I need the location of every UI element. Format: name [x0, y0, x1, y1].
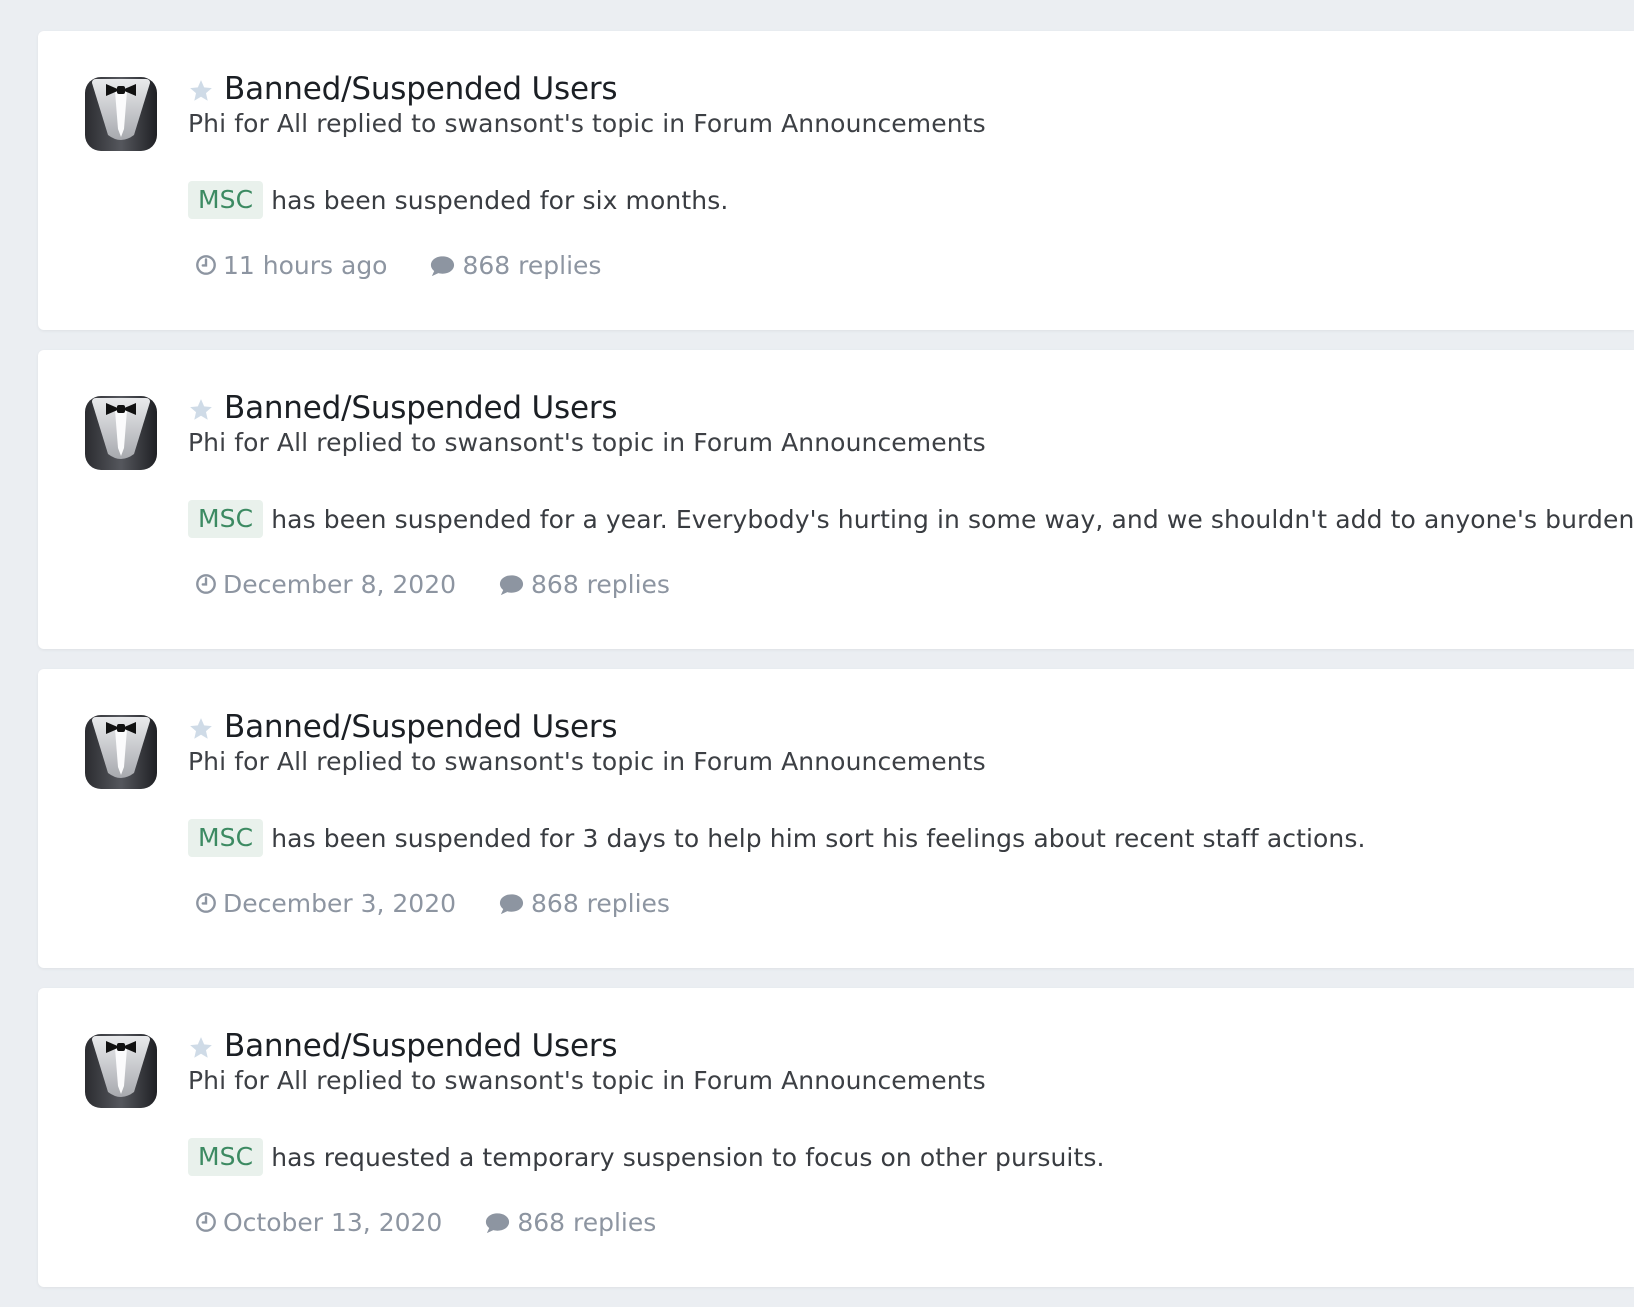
- timestamp-link[interactable]: December 8, 2020: [195, 570, 456, 599]
- topic-title-link[interactable]: Banned/Suspended Users: [224, 1028, 618, 1064]
- speech-bubble-icon: [431, 256, 455, 277]
- activity-meta: December 8, 2020 868 replies: [195, 564, 670, 604]
- timestamp-text: December 8, 2020: [223, 569, 457, 599]
- post-snippet: MSC has been suspended for 3 days to hel…: [188, 817, 1366, 859]
- activity-summary: Phi for All replied to swansont's topic …: [188, 747, 986, 776]
- topic-title-link[interactable]: Banned/Suspended Users: [224, 71, 618, 107]
- timestamp-text: 11 hours ago: [223, 250, 388, 280]
- user-tag[interactable]: MSC: [188, 819, 264, 857]
- star-icon: [190, 718, 212, 739]
- replies-link[interactable]: 868 replies: [484, 1208, 656, 1237]
- activity-item: Banned/Suspended Users Phi for All repli…: [38, 350, 1634, 649]
- activity-meta: 11 hours ago 868 replies: [195, 245, 601, 285]
- activity-title-row: Banned/Suspended Users: [188, 707, 618, 747]
- activity-title-row: Banned/Suspended Users: [188, 69, 618, 109]
- user-tag[interactable]: MSC: [188, 181, 264, 219]
- tuxedo-avatar-icon[interactable]: [84, 75, 158, 153]
- snippet-text: has been suspended for a year. Everybody…: [271, 504, 1634, 534]
- topic-title-link[interactable]: Banned/Suspended Users: [224, 390, 618, 426]
- timestamp-link[interactable]: 11 hours ago: [195, 251, 387, 280]
- user-tag[interactable]: MSC: [188, 500, 264, 538]
- topic-title-link[interactable]: Banned/Suspended Users: [224, 709, 618, 745]
- replies-count: 868 replies: [517, 1207, 657, 1237]
- post-snippet: MSC has requested a temporary suspension…: [188, 1136, 1105, 1178]
- snippet-text: has requested a temporary suspension to …: [271, 1142, 1105, 1172]
- timestamp-link[interactable]: December 3, 2020: [195, 889, 456, 918]
- replies-link[interactable]: 868 replies: [498, 570, 670, 599]
- activity-stream: Banned/Suspended Users Phi for All repli…: [38, 31, 1634, 1307]
- tuxedo-avatar-icon[interactable]: [84, 1032, 158, 1110]
- activity-title-row: Banned/Suspended Users: [188, 1026, 618, 1066]
- activity-title-row: Banned/Suspended Users: [188, 388, 618, 428]
- star-icon: [190, 1037, 212, 1058]
- replies-count: 868 replies: [531, 888, 670, 918]
- activity-item: Banned/Suspended Users Phi for All repli…: [38, 31, 1634, 330]
- speech-bubble-icon: [486, 1213, 510, 1234]
- replies-link[interactable]: 868 replies: [429, 251, 601, 280]
- activity-summary: Phi for All replied to swansont's topic …: [188, 428, 986, 457]
- snippet-text: has been suspended for 3 days to help hi…: [271, 823, 1366, 853]
- post-snippet: MSC has been suspended for six months.: [188, 179, 728, 221]
- activity-meta: October 13, 2020 868 replies: [195, 1202, 656, 1242]
- clock-icon: [196, 893, 216, 913]
- replies-link[interactable]: 868 replies: [498, 889, 670, 918]
- clock-icon: [196, 255, 216, 275]
- activity-summary: Phi for All replied to swansont's topic …: [188, 1066, 986, 1095]
- activity-item: Banned/Suspended Users Phi for All repli…: [38, 669, 1634, 968]
- tuxedo-avatar-icon[interactable]: [84, 713, 158, 791]
- replies-count: 868 replies: [531, 569, 670, 599]
- clock-icon: [196, 1212, 216, 1232]
- star-icon: [190, 80, 212, 101]
- timestamp-text: December 3, 2020: [223, 888, 457, 918]
- timestamp-text: October 13, 2020: [223, 1207, 443, 1237]
- tuxedo-avatar-icon[interactable]: [84, 394, 158, 472]
- replies-count: 868 replies: [462, 250, 602, 280]
- speech-bubble-icon: [499, 575, 524, 596]
- clock-icon: [196, 574, 216, 594]
- speech-bubble-icon: [499, 894, 524, 915]
- user-tag[interactable]: MSC: [188, 1138, 264, 1176]
- star-icon: [190, 399, 212, 420]
- activity-meta: December 3, 2020 868 replies: [195, 883, 670, 923]
- activity-summary: Phi for All replied to swansont's topic …: [188, 109, 986, 138]
- snippet-text: has been suspended for six months.: [271, 185, 729, 215]
- post-snippet: MSC has been suspended for a year. Every…: [188, 498, 1634, 540]
- activity-item: Banned/Suspended Users Phi for All repli…: [38, 988, 1634, 1287]
- timestamp-link[interactable]: October 13, 2020: [195, 1208, 442, 1237]
